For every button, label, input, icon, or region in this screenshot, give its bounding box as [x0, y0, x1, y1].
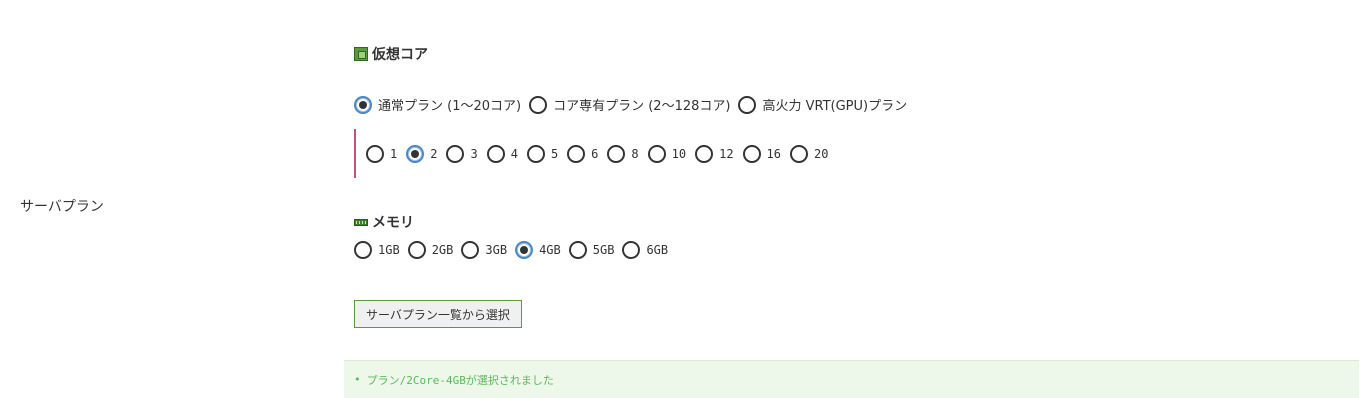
memory-radio-0[interactable]	[354, 241, 372, 259]
core-label-9[interactable]: 16	[767, 147, 781, 161]
bullet-icon: •	[354, 373, 361, 386]
core-count-radio-group: 1 2 3 4 5 6 8 10 12 16 20	[354, 129, 837, 178]
memory-label-3[interactable]: 4GB	[539, 243, 561, 257]
core-radio-0[interactable]	[366, 144, 384, 163]
status-message: プラン/2Core-4GBが選択されました	[366, 373, 554, 387]
cpu-section-title: 仮想コア	[354, 44, 428, 64]
core-radio-2[interactable]	[446, 144, 465, 163]
memory-label-2[interactable]: 3GB	[485, 243, 507, 257]
plan-type-radio-2[interactable]	[738, 95, 757, 114]
plan-type-label-1[interactable]: コア専有プラン (2〜128コア)	[553, 95, 730, 114]
core-radio-10[interactable]	[790, 144, 808, 163]
plan-type-radio-0[interactable]	[354, 95, 372, 114]
core-label-6[interactable]: 8	[631, 147, 638, 161]
core-radio-6[interactable]	[607, 144, 626, 163]
cpu-icon	[354, 47, 368, 61]
memory-radio-3[interactable]	[515, 241, 534, 259]
plan-type-radio-1[interactable]	[529, 95, 548, 114]
memory-radio-1[interactable]	[407, 241, 426, 259]
status-message-box: • プラン/2Core-4GBが選択されました	[344, 360, 1359, 398]
cpu-section-title-text: 仮想コア	[372, 47, 428, 63]
memory-icon	[354, 218, 368, 226]
memory-label-1[interactable]: 2GB	[432, 243, 454, 257]
memory-label-4[interactable]: 5GB	[593, 243, 615, 257]
plan-type-radio-group: 通常プラン (1〜20コア) コア専有プラン (2〜128コア) 高火力 VRT…	[354, 95, 915, 114]
plan-type-label-2[interactable]: 高火力 VRT(GPU)プラン	[762, 95, 907, 114]
memory-label-0[interactable]: 1GB	[378, 243, 400, 257]
core-label-8[interactable]: 12	[719, 147, 733, 161]
core-radio-3[interactable]	[486, 144, 505, 163]
server-plan-label: サーバプラン	[20, 199, 104, 215]
memory-radio-5[interactable]	[622, 241, 641, 259]
memory-radio-4[interactable]	[568, 241, 587, 259]
memory-label-5[interactable]: 6GB	[646, 243, 668, 257]
core-label-4[interactable]: 5	[551, 147, 558, 161]
core-radio-7[interactable]	[647, 144, 666, 163]
select-from-plan-list-button[interactable]: サーバプラン一覧から選択	[354, 300, 522, 328]
core-label-1[interactable]: 2	[430, 147, 437, 161]
core-radio-1[interactable]	[406, 144, 425, 163]
core-label-10[interactable]: 20	[814, 147, 828, 161]
core-label-0[interactable]: 1	[390, 147, 397, 161]
core-radio-5[interactable]	[567, 144, 586, 163]
core-radio-8[interactable]	[695, 144, 714, 163]
core-radio-9[interactable]	[742, 144, 761, 163]
memory-section-title-text: メモリ	[372, 215, 414, 231]
core-label-2[interactable]: 3	[470, 147, 477, 161]
memory-section-title: メモリ	[354, 212, 414, 232]
core-label-5[interactable]: 6	[591, 147, 598, 161]
plan-type-label-0[interactable]: 通常プラン (1〜20コア)	[378, 95, 521, 114]
core-radio-4[interactable]	[526, 144, 545, 163]
memory-radio-2[interactable]	[461, 241, 480, 259]
memory-radio-group: 1GB 2GB 3GB 4GB 5GB 6GB	[354, 241, 676, 259]
core-label-3[interactable]: 4	[511, 147, 518, 161]
core-label-7[interactable]: 10	[672, 147, 686, 161]
